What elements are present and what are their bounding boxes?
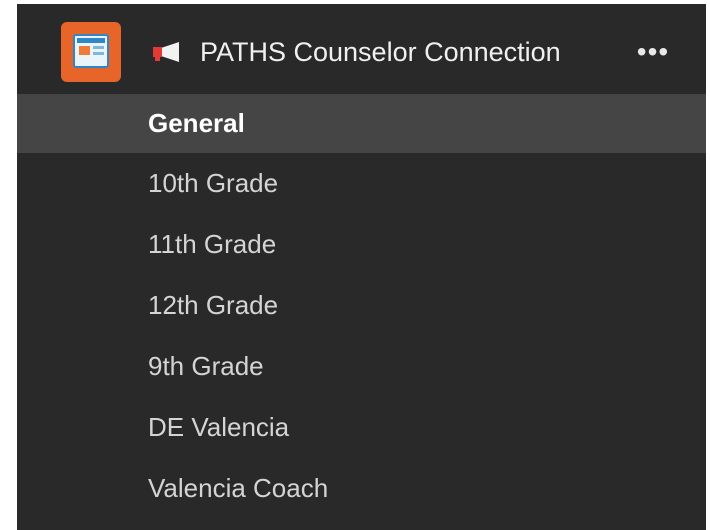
team-panel: PATHS Counselor Connection ••• General 1… [17,4,706,530]
channel-item-12th-grade[interactable]: 12th Grade [17,275,706,336]
channel-item-valencia-coach[interactable]: Valencia Coach [17,458,706,519]
channel-label: General [148,108,245,138]
channel-label: 12th Grade [148,290,279,320]
channel-list: General 10th Grade 11th Grade 12th Grade… [17,94,706,519]
team-header[interactable]: PATHS Counselor Connection ••• [17,4,706,94]
more-options-button[interactable]: ••• [631,34,675,70]
channel-label: 10th Grade [148,168,279,198]
channel-label: 11th Grade [148,229,277,259]
channel-item-general[interactable]: General [17,94,706,153]
channel-item-9th-grade[interactable]: 9th Grade [17,336,706,397]
megaphone-icon [153,42,179,62]
team-avatar[interactable] [61,22,121,82]
team-name[interactable]: PATHS Counselor Connection [200,34,561,70]
channel-item-de-valencia[interactable]: DE Valencia [17,397,706,458]
classroom-screen-icon [73,34,109,68]
channel-label: 9th Grade [148,351,264,381]
channel-item-11th-grade[interactable]: 11th Grade [17,214,706,275]
channel-label: DE Valencia [148,412,290,442]
channel-label: Valencia Coach [148,473,329,503]
channel-item-10th-grade[interactable]: 10th Grade [17,153,706,214]
